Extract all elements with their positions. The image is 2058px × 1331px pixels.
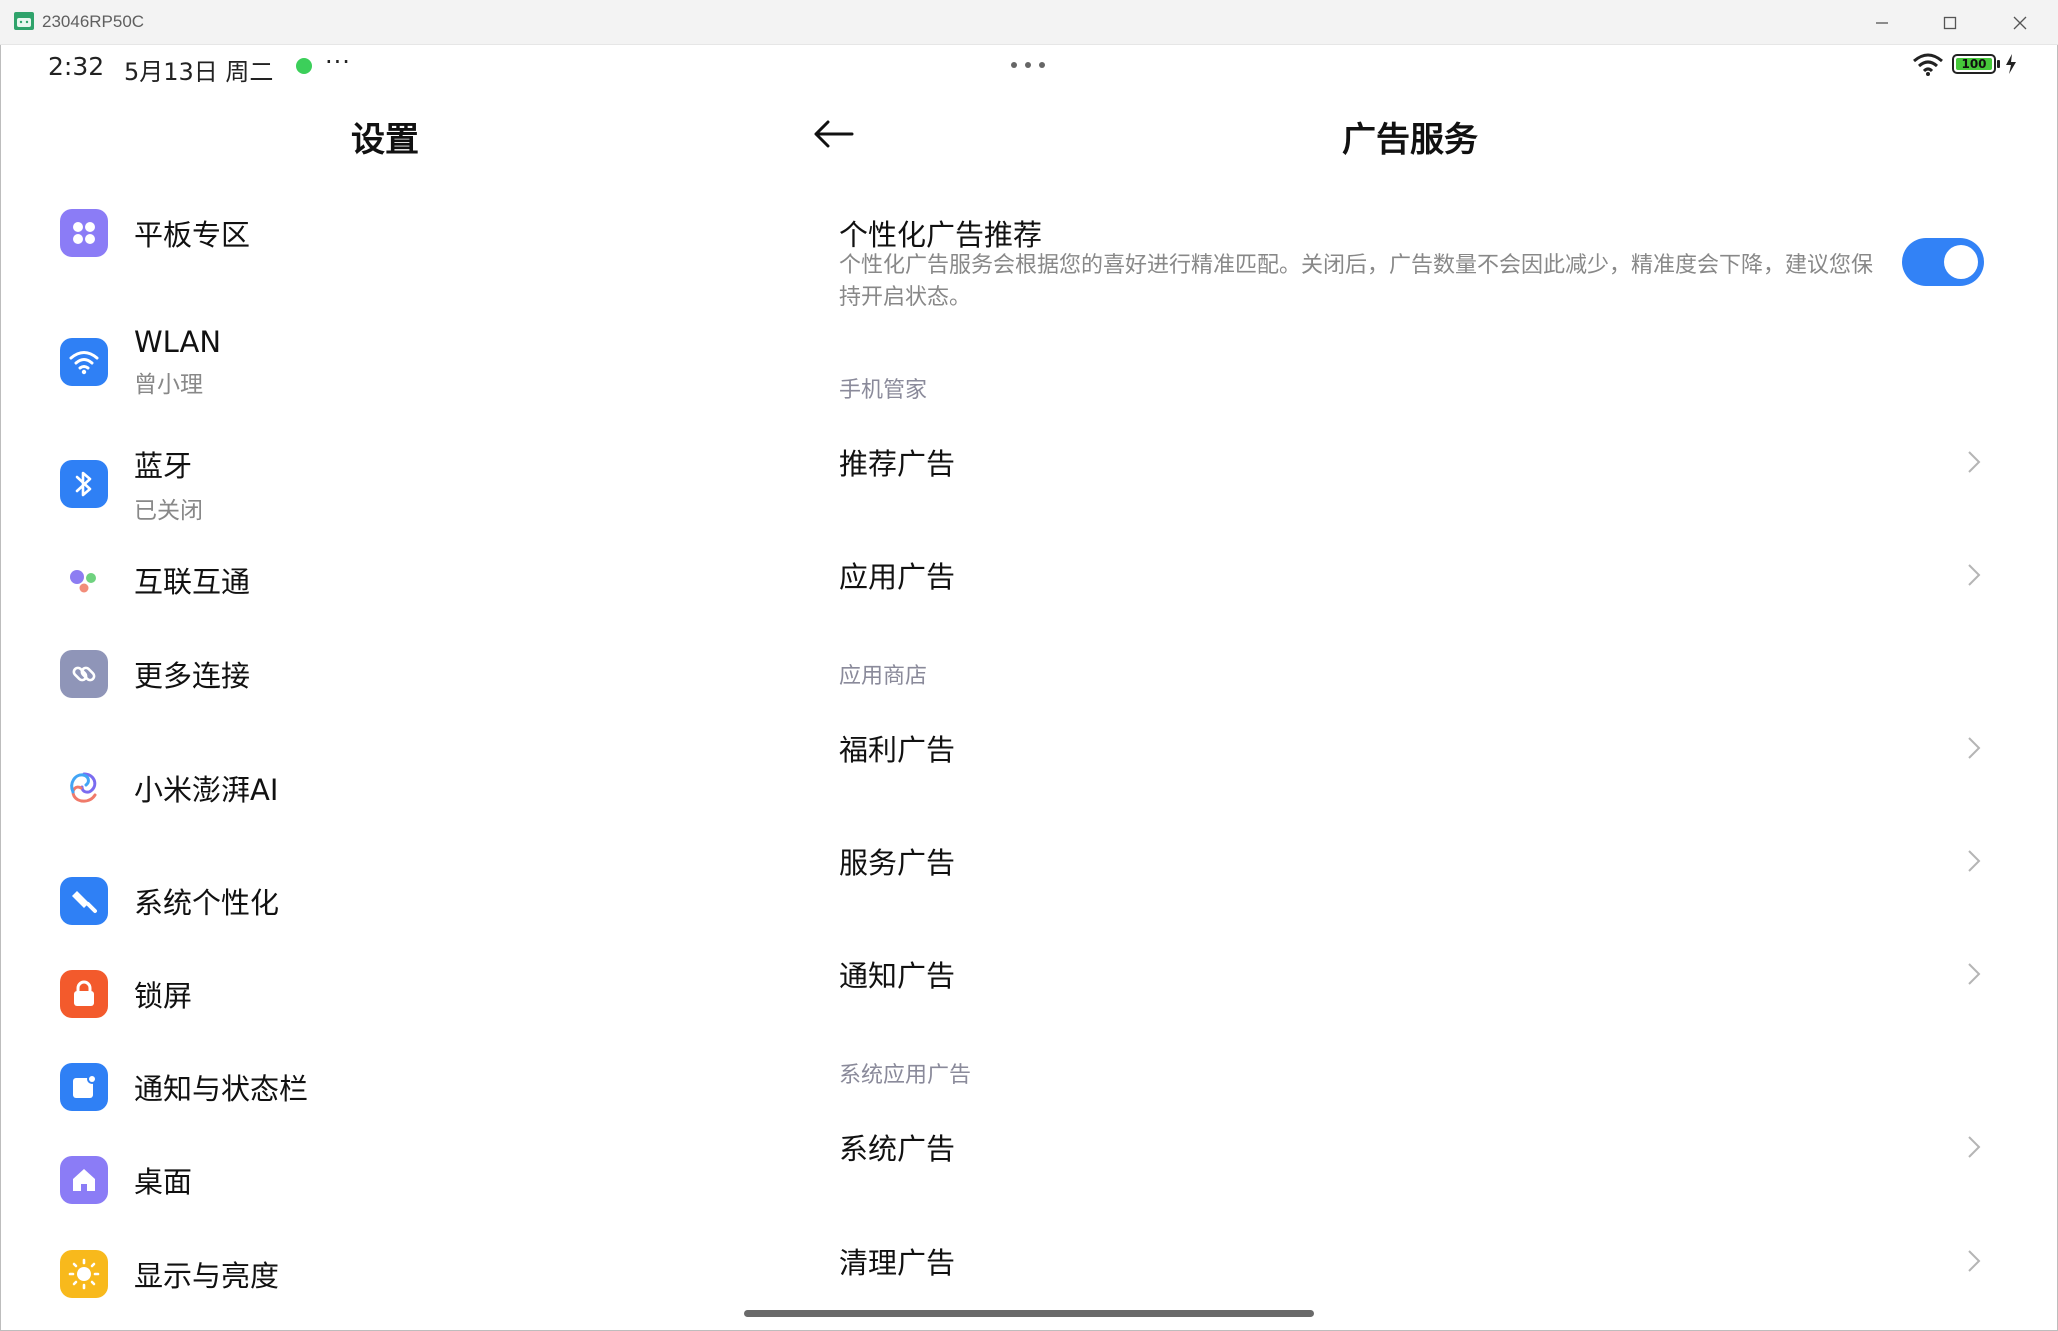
android-app-icon bbox=[14, 12, 34, 30]
status-time: 2:32 bbox=[48, 52, 105, 81]
status-more-icon: ··· bbox=[325, 48, 351, 76]
menu-item-label: 推荐广告 bbox=[839, 447, 956, 481]
section-header: 系统应用广告 bbox=[839, 1063, 972, 1088]
menu-item-label: 应用广告 bbox=[839, 560, 956, 594]
sidebar-item-hyperos-ai[interactable]: 小米澎湃AI bbox=[60, 764, 760, 812]
sidebar-item-label: 通知与状态栏 bbox=[134, 1072, 309, 1106]
system-status-icons: 100 bbox=[1912, 52, 2018, 76]
sidebar-item-label: 锁屏 bbox=[134, 979, 193, 1013]
sidebar-item-label: 互联互通 bbox=[134, 565, 251, 599]
sidebar-item-bluetooth[interactable]: 蓝牙 已关闭 bbox=[60, 443, 760, 525]
ai-icon bbox=[60, 764, 108, 812]
wifi-status-icon bbox=[1913, 53, 1943, 76]
tablet-zone-icon bbox=[60, 209, 108, 257]
section-header: 应用商店 bbox=[839, 664, 928, 689]
brightness-icon bbox=[60, 1250, 108, 1298]
menu-item-label: 清理广告 bbox=[839, 1246, 956, 1280]
back-button[interactable] bbox=[808, 114, 860, 154]
personalized-ads-description: 个性化广告服务会根据您的喜好进行精准匹配。关闭后，广告数量不会因此减少，精准度会… bbox=[839, 253, 1874, 310]
wifi-icon bbox=[60, 338, 108, 386]
window-title: 23046RP50C bbox=[42, 12, 145, 31]
sidebar-item-label: 显示与亮度 bbox=[134, 1259, 280, 1293]
charging-icon bbox=[2006, 54, 2016, 74]
sidebar-item-sub: 曾小理 bbox=[134, 372, 203, 398]
sidebar-item-wlan[interactable]: WLAN 曾小理 bbox=[60, 325, 760, 399]
sidebar-item-display[interactable]: 显示与亮度 bbox=[60, 1250, 760, 1298]
window-title-bar: 23046RP50C bbox=[0, 0, 2058, 45]
chevron-right-icon bbox=[1968, 850, 1981, 872]
sidebar-item-notifications[interactable]: 通知与状态栏 bbox=[60, 1063, 760, 1111]
chevron-right-icon bbox=[1968, 564, 1981, 586]
battery-level: 100 bbox=[1961, 57, 1987, 71]
gesture-home-bar[interactable] bbox=[744, 1310, 1314, 1317]
toggle-knob bbox=[1944, 245, 1978, 279]
status-date: 5月13日 周二 bbox=[124, 58, 274, 86]
menu-item-label: 通知广告 bbox=[839, 959, 956, 993]
back-arrow-icon bbox=[814, 120, 854, 148]
close-button[interactable] bbox=[1988, 6, 2052, 40]
menu-item-cleanup-ads[interactable]: 清理广告 bbox=[839, 1231, 1989, 1291]
home-icon bbox=[60, 1156, 108, 1204]
sidebar-item-label: 系统个性化 bbox=[134, 886, 280, 920]
sidebar-item-personalization[interactable]: 系统个性化 bbox=[60, 877, 760, 925]
chevron-right-icon bbox=[1968, 963, 1981, 985]
menu-item-app-ads[interactable]: 应用广告 bbox=[839, 545, 1989, 605]
sidebar-item-tablet-zone[interactable]: 平板专区 bbox=[60, 209, 760, 257]
menu-item-label: 服务广告 bbox=[839, 846, 956, 880]
maximize-button[interactable] bbox=[1918, 6, 1982, 40]
menu-item-label: 福利广告 bbox=[839, 733, 956, 767]
menu-item-system-ads[interactable]: 系统广告 bbox=[839, 1117, 1989, 1177]
sidebar-item-desktop[interactable]: 桌面 bbox=[60, 1156, 760, 1204]
section-header: 手机管家 bbox=[839, 378, 928, 403]
personalization-icon bbox=[60, 877, 108, 925]
sidebar-item-label: 平板专区 bbox=[134, 218, 251, 252]
menu-item-recommended-ads[interactable]: 推荐广告 bbox=[839, 432, 1989, 492]
sidebar-item-label: WLAN bbox=[134, 325, 222, 359]
sidebar-item-label: 桌面 bbox=[134, 1165, 193, 1199]
maximize-icon bbox=[1943, 16, 1957, 30]
menu-item-service-ads[interactable]: 服务广告 bbox=[839, 831, 1989, 891]
chevron-right-icon bbox=[1968, 737, 1981, 759]
personalized-ads-toggle[interactable] bbox=[1902, 238, 1984, 286]
chevron-right-icon bbox=[1968, 1136, 1981, 1158]
chevron-right-icon bbox=[1968, 1250, 1981, 1272]
lock-icon bbox=[60, 970, 108, 1018]
minimize-button[interactable] bbox=[1850, 6, 1914, 40]
battery-icon: 100 bbox=[1952, 54, 2000, 74]
sidebar-item-sub: 已关闭 bbox=[134, 498, 203, 524]
page-title: 广告服务 bbox=[1342, 120, 1478, 160]
multiwindow-handle-icon[interactable] bbox=[1011, 62, 1045, 68]
personalized-ads-title: 个性化广告推荐 bbox=[839, 218, 1043, 252]
link-icon bbox=[60, 650, 108, 698]
bluetooth-icon bbox=[60, 460, 108, 508]
chevron-right-icon bbox=[1968, 451, 1981, 473]
status-indicator-icon bbox=[296, 58, 312, 74]
close-icon bbox=[2013, 16, 2027, 30]
sidebar-item-label: 蓝牙 bbox=[134, 449, 193, 483]
minimize-icon bbox=[1876, 22, 1888, 24]
menu-item-welfare-ads[interactable]: 福利广告 bbox=[839, 718, 1989, 778]
sidebar-item-lockscreen[interactable]: 锁屏 bbox=[60, 970, 760, 1018]
menu-item-label: 系统广告 bbox=[839, 1132, 956, 1166]
settings-title: 设置 bbox=[351, 120, 419, 160]
sidebar-item-interconnect[interactable]: 互联互通 bbox=[60, 556, 760, 604]
sidebar-item-label: 小米澎湃AI bbox=[134, 773, 279, 807]
sidebar-item-label: 更多连接 bbox=[134, 659, 251, 693]
interconnect-icon bbox=[60, 556, 108, 604]
notification-icon bbox=[60, 1063, 108, 1111]
menu-item-notification-ads[interactable]: 通知广告 bbox=[839, 944, 1989, 1004]
sidebar-item-more-connections[interactable]: 更多连接 bbox=[60, 650, 760, 698]
